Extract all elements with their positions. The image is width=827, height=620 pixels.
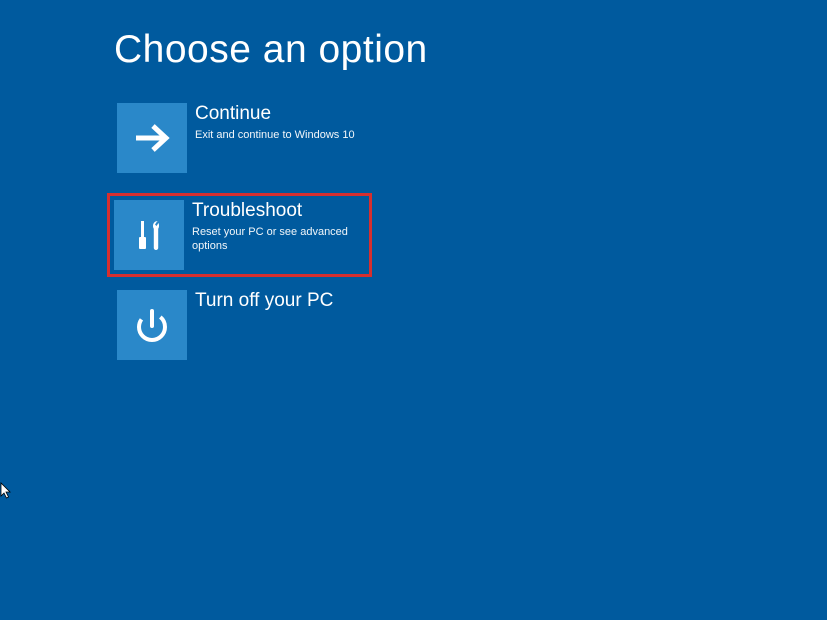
troubleshoot-title: Troubleshoot [192,200,365,223]
turnoff-title: Turn off your PC [195,290,333,313]
turnoff-tile [117,290,187,360]
troubleshoot-tile [114,200,184,270]
page-title: Choose an option [114,28,827,72]
continue-text: Continue Exit and continue to Windows 10 [187,103,355,142]
recovery-options-screen: Choose an option Continue Exit and conti… [0,0,827,363]
troubleshoot-option[interactable]: Troubleshoot Reset your PC or see advanc… [107,193,372,277]
continue-desc: Exit and continue to Windows 10 [195,128,355,142]
turnoff-text: Turn off your PC [187,290,333,315]
arrow-right-icon [130,116,174,160]
mouse-cursor-icon [0,482,14,500]
troubleshoot-text: Troubleshoot Reset your PC or see advanc… [184,200,365,253]
turnoff-option[interactable]: Turn off your PC [114,287,494,363]
troubleshoot-desc: Reset your PC or see advanced options [192,225,365,254]
power-icon [131,304,173,346]
continue-tile [117,103,187,173]
tools-icon [129,215,169,255]
continue-option[interactable]: Continue Exit and continue to Windows 10 [114,100,494,176]
continue-title: Continue [195,103,355,126]
